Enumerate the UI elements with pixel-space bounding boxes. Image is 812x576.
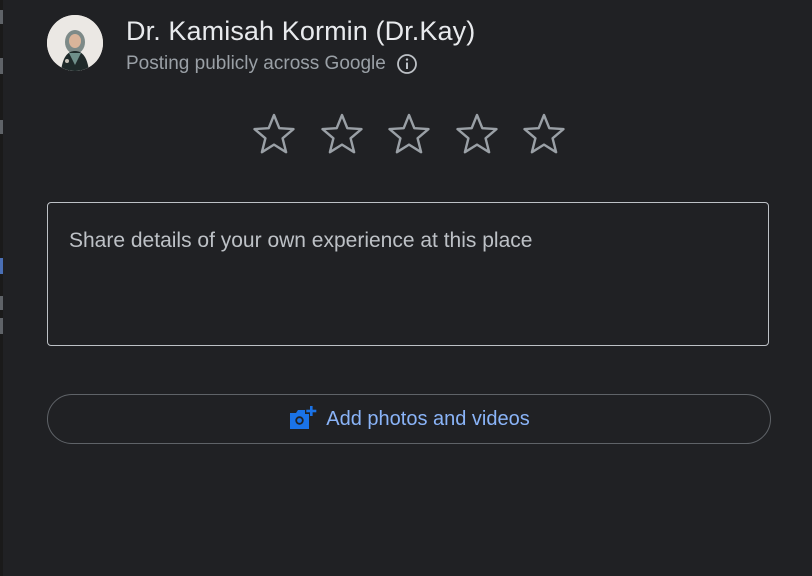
star-outline-icon [523, 113, 565, 154]
review-text-box [47, 202, 769, 346]
user-name: Dr. Kamisah Kormin (Dr.Kay) [126, 16, 476, 46]
star-4[interactable] [453, 110, 501, 158]
edge-mark [0, 258, 3, 274]
star-outline-icon [253, 113, 295, 154]
add-photo-camera-icon [288, 405, 318, 433]
window-edge [0, 0, 3, 576]
edge-mark [0, 120, 3, 134]
star-2[interactable] [318, 110, 366, 158]
info-icon[interactable] [396, 53, 418, 75]
star-3[interactable] [385, 110, 433, 158]
avatar [47, 15, 103, 71]
avatar-portrait-icon [47, 15, 103, 71]
add-photos-button[interactable]: Add photos and videos [47, 394, 771, 444]
edge-mark [0, 296, 3, 310]
star-rating [250, 110, 568, 158]
edge-mark [0, 58, 3, 74]
add-photos-label: Add photos and videos [326, 407, 530, 430]
review-dialog: Dr. Kamisah Kormin (Dr.Kay) Posting publ… [0, 0, 812, 576]
star-5[interactable] [520, 110, 568, 158]
star-1[interactable] [250, 110, 298, 158]
star-outline-icon [388, 113, 430, 154]
star-outline-icon [320, 113, 363, 154]
posting-visibility-text: Posting publicly across Google [126, 53, 386, 74]
star-outline-icon [455, 113, 498, 154]
posting-visibility: Posting publicly across Google [126, 52, 418, 76]
edge-mark [0, 318, 3, 334]
review-textarea[interactable] [48, 203, 768, 345]
edge-mark [0, 10, 3, 24]
